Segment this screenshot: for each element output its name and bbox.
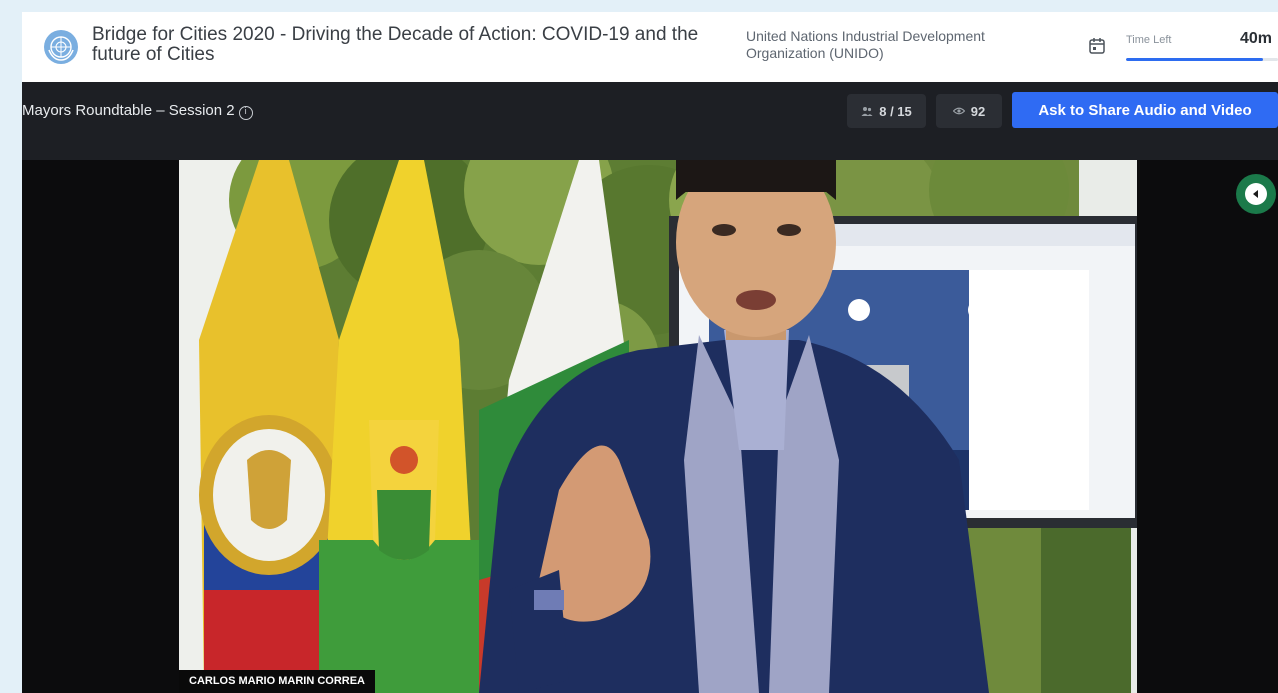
time-left-progress	[1126, 58, 1278, 61]
ask-to-share-button[interactable]: Ask to Share Audio and Video	[1012, 92, 1278, 128]
speaker-video: CARLOS MARIO MARIN CORREA	[179, 160, 1137, 693]
info-icon[interactable]: i	[238, 106, 253, 120]
time-left-progress-fill	[1126, 58, 1263, 61]
attendees-count[interactable]: 8 / 15	[847, 94, 926, 128]
attendees-count-text: 8 / 15	[879, 103, 912, 119]
video-area: CARLOS MARIO MARIN CORREA	[22, 160, 1278, 693]
session-title-text: Mayors Roundtable – Session 2	[22, 102, 235, 119]
un-emblem-icon	[44, 30, 78, 64]
sidebar-toggle-button[interactable]	[1236, 174, 1276, 214]
app-window: Bridge for Cities 2020 - Driving the Dec…	[22, 12, 1278, 693]
session-title: Mayors Roundtable – Session 2i	[22, 102, 253, 120]
viewers-count[interactable]: 92	[936, 94, 1002, 128]
organizer-name: United Nations Industrial Development Or…	[746, 28, 985, 61]
event-header: Bridge for Cities 2020 - Driving the Dec…	[22, 12, 1278, 82]
speaker-name-label: CARLOS MARIO MARIN CORREA	[179, 670, 375, 693]
time-left-label: Time Left	[1126, 34, 1172, 46]
speaker-video-image	[179, 160, 1137, 693]
people-icon	[861, 107, 873, 116]
time-left-value: 40m	[1240, 30, 1273, 47]
calendar-icon	[1088, 37, 1106, 55]
viewers-count-text: 92	[970, 103, 986, 119]
session-bar: Mayors Roundtable – Session 2i 8 / 15 92…	[22, 82, 1278, 160]
event-title: Bridge for Cities 2020 - Driving the Dec…	[92, 24, 699, 65]
collapse-arrow-icon	[1245, 183, 1267, 205]
eye-icon	[952, 107, 965, 115]
